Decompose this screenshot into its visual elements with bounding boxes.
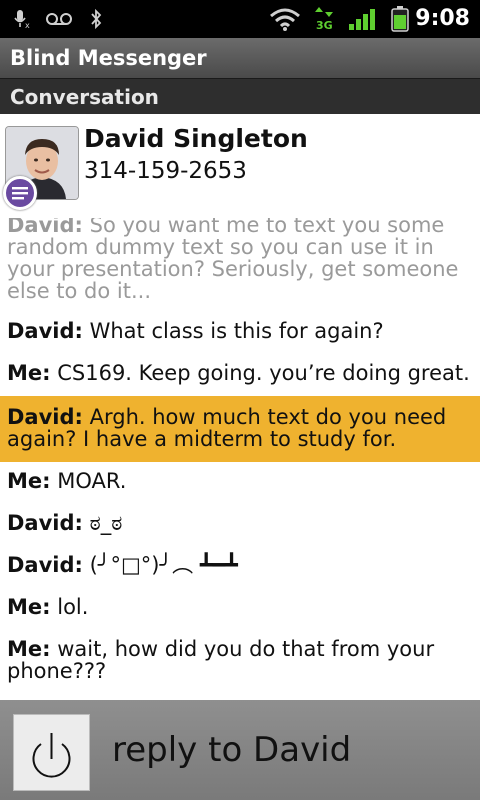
signal-icon (346, 6, 380, 32)
quick-contact-badge-icon[interactable] (3, 176, 37, 210)
voicemail-icon (44, 6, 74, 32)
app-title: Blind Messenger (0, 38, 480, 78)
message-item[interactable]: David: ಠ_ಠ (0, 504, 480, 546)
power-icon (32, 733, 71, 778)
message-text: wait, how did you do that from your phon… (7, 637, 435, 683)
bluetooth-icon (86, 6, 106, 32)
message-sender: Me: (7, 361, 51, 385)
screen-title: Conversation (0, 78, 480, 114)
status-bar: x 3G 9:08 (0, 0, 480, 38)
message-item[interactable]: Me: MOAR. (0, 462, 480, 504)
contact-header: David Singleton 314-159-2653 (0, 114, 480, 218)
message-item[interactable]: Me: wait, how did you do that from your … (0, 630, 480, 694)
message-sender: Me: (7, 637, 51, 661)
message-sender: David: (7, 319, 83, 343)
message-item[interactable]: David: (╯°□°)╯︵ ┻━┻ (0, 546, 480, 588)
message-text: MOAR. (57, 469, 127, 493)
reply-button-label[interactable]: reply to David (112, 730, 351, 770)
wifi-icon (268, 6, 302, 32)
svg-text:3G: 3G (316, 19, 333, 32)
message-sender: David: (7, 553, 83, 577)
3g-data-icon: 3G (312, 6, 338, 32)
message-item[interactable]: David: What class is this for again? (0, 308, 480, 354)
message-text: ಠ_ಠ (89, 511, 123, 535)
reply-bar[interactable]: reply to David (0, 700, 480, 800)
message-sender: David: (7, 511, 83, 535)
power-button[interactable] (13, 714, 90, 791)
message-sender: David: (7, 405, 83, 429)
message-item[interactable]: Me: CS169. Keep going. you’re doing grea… (0, 354, 480, 396)
message-list[interactable]: David: So you want me to text you some r… (0, 218, 480, 698)
svg-text:x: x (25, 21, 30, 30)
message-text: What class is this for again? (89, 319, 384, 343)
message-sender: Me: (7, 469, 51, 493)
message-item[interactable]: Me: lol. (0, 588, 480, 630)
contact-name: David Singleton (84, 124, 308, 153)
message-text: (╯°□°)╯︵ ┻━┻ (89, 553, 238, 577)
message-item[interactable]: David: So you want me to text you some r… (0, 218, 480, 308)
contact-phone: 314-159-2653 (84, 158, 247, 184)
message-text: lol. (57, 595, 89, 619)
mic-muted-icon: x (8, 6, 36, 32)
message-text: CS169. Keep going. you’re doing great. (57, 361, 470, 385)
message-item-selected[interactable]: David: Argh. how much text do you need a… (0, 396, 480, 462)
status-time: 9:08 (415, 6, 470, 31)
message-sender: Me: (7, 595, 51, 619)
battery-icon (388, 6, 412, 32)
